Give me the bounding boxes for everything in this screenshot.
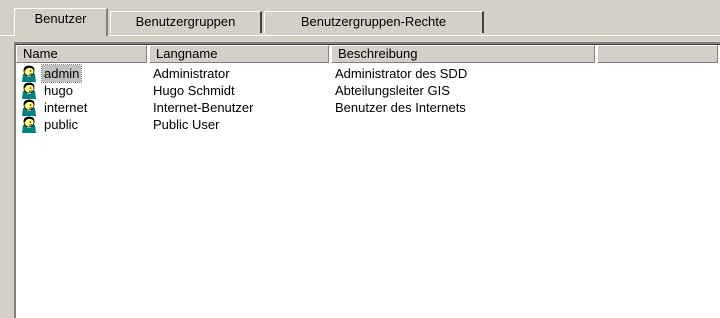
tab-label: Benutzergruppen-Rechte bbox=[300, 14, 447, 29]
tab-benutzer[interactable]: Benutzer bbox=[14, 8, 108, 36]
column-header-name[interactable]: Name bbox=[16, 45, 147, 63]
user-description: Abteilungsleiter GIS bbox=[335, 83, 450, 98]
tab-benutzergruppen-rechte[interactable]: Benutzergruppen-Rechte bbox=[264, 11, 484, 33]
tab-label: Benutzer bbox=[34, 11, 87, 26]
user-langname: Hugo Schmidt bbox=[153, 83, 235, 98]
user-name: admin bbox=[40, 64, 83, 83]
tab-benutzergruppen[interactable]: Benutzergruppen bbox=[110, 11, 262, 33]
column-header-extra[interactable] bbox=[597, 45, 718, 63]
user-name: public bbox=[44, 117, 78, 132]
user-list-view[interactable]: Name Langname Beschreibung admin Adminis… bbox=[14, 42, 720, 318]
column-header-beschreibung[interactable]: Beschreibung bbox=[331, 45, 595, 63]
user-icon bbox=[22, 99, 36, 116]
user-langname: Internet-Benutzer bbox=[153, 100, 254, 115]
list-header: Name Langname Beschreibung bbox=[16, 45, 720, 63]
list-item[interactable]: admin Administrator Administrator des SD… bbox=[16, 64, 720, 83]
tab-label: Benutzergruppen bbox=[135, 14, 236, 29]
user-description: Benutzer des Internets bbox=[335, 100, 466, 115]
user-icon bbox=[22, 65, 36, 82]
list-item[interactable]: public Public User bbox=[16, 116, 720, 133]
list-item[interactable]: internet Internet-Benutzer Benutzer des … bbox=[16, 99, 720, 116]
user-icon bbox=[22, 116, 36, 133]
user-langname: Public User bbox=[153, 117, 220, 132]
user-description: Administrator des SDD bbox=[335, 66, 468, 81]
column-header-langname[interactable]: Langname bbox=[149, 45, 329, 63]
list-item[interactable]: hugo Hugo Schmidt Abteilungsleiter GIS bbox=[16, 82, 720, 99]
user-icon bbox=[22, 82, 36, 99]
tab-strip: Benutzer Benutzergruppen Benutzergruppen… bbox=[0, 0, 720, 36]
user-name: internet bbox=[44, 100, 88, 115]
tab-divider bbox=[0, 35, 720, 36]
user-name: hugo bbox=[44, 83, 73, 98]
user-langname: Administrator bbox=[153, 66, 230, 81]
